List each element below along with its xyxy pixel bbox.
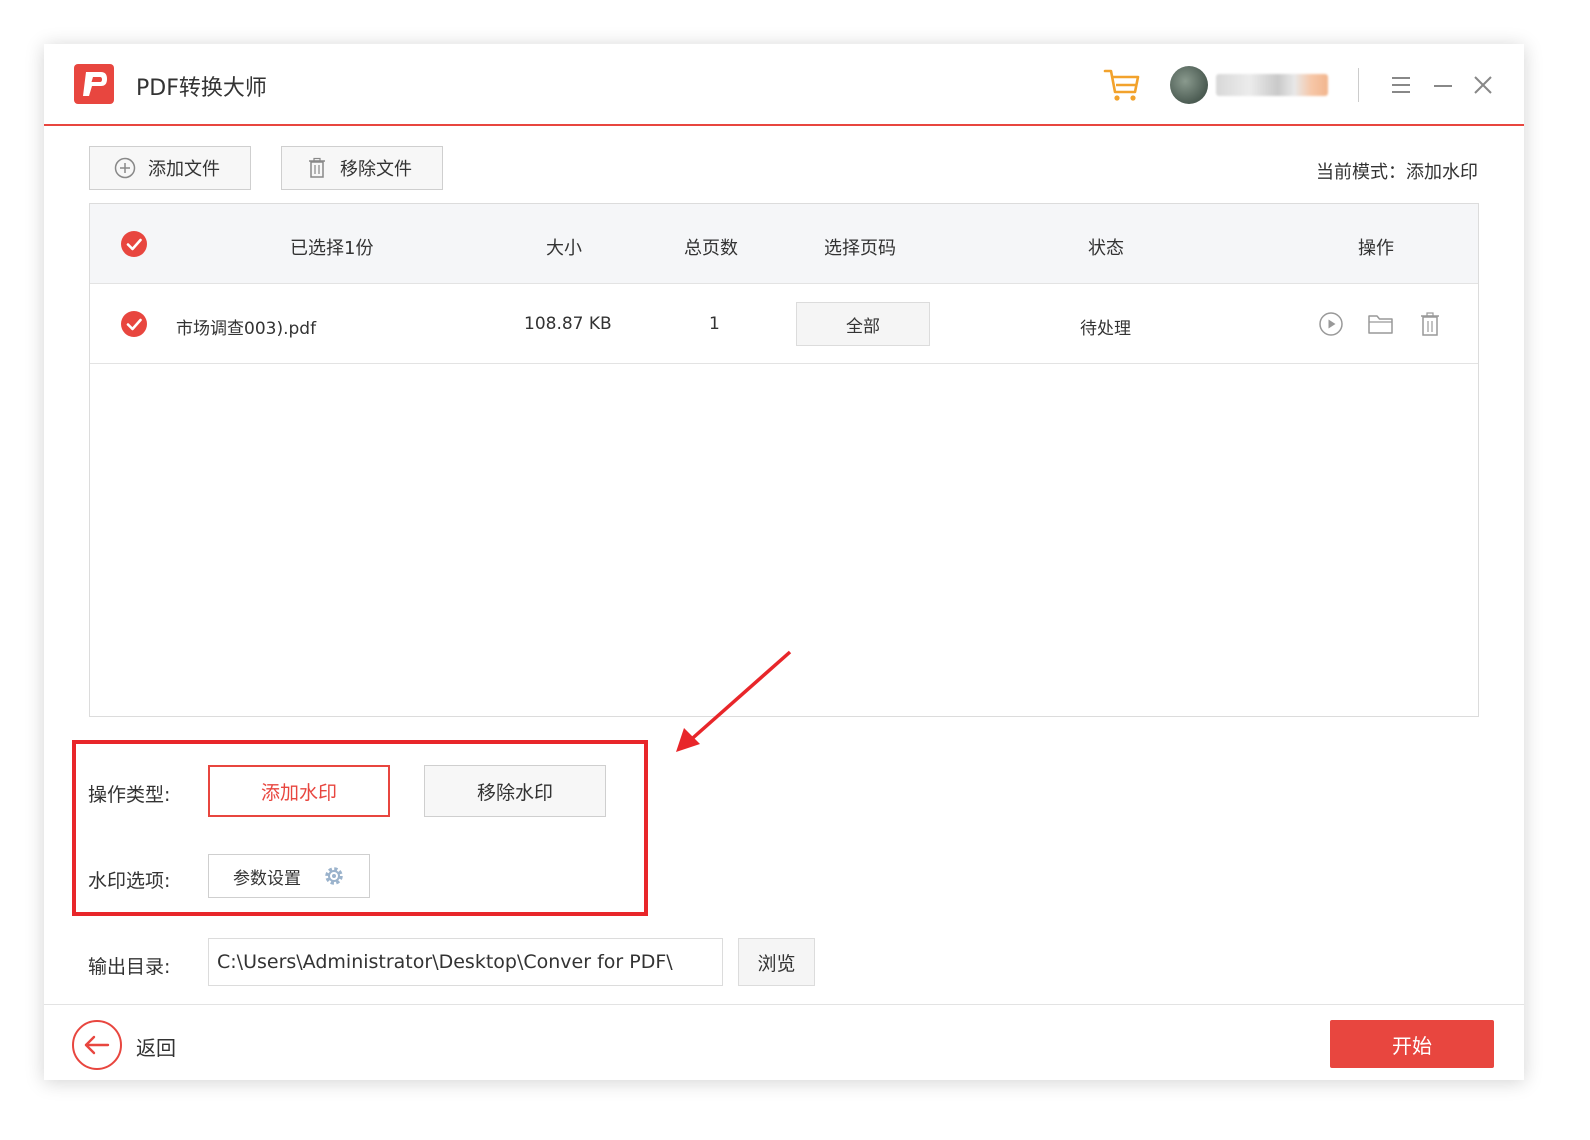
table-row[interactable]: 市场调查003).pdf 108.87 KB 1 全部 待处理 [90, 284, 1478, 364]
param-settings-button[interactable]: 参数设置 [208, 854, 370, 898]
row-checkbox[interactable] [121, 311, 147, 337]
annotation-arrow [672, 648, 796, 762]
back-label[interactable]: 返回 [136, 1032, 176, 1061]
output-path-value: C:\Users\Administrator\Desktop\Conver fo… [217, 951, 673, 973]
trash-icon [306, 157, 328, 179]
select-all-checkbox[interactable] [121, 231, 147, 257]
output-path-field[interactable]: C:\Users\Administrator\Desktop\Conver fo… [208, 938, 723, 986]
folder-icon[interactable] [1367, 311, 1395, 341]
page-select-button[interactable]: 全部 [796, 302, 930, 346]
table-header: 已选择1份 大小 总页数 选择页码 状态 操作 [90, 204, 1478, 284]
operation-type-label: 操作类型: [88, 784, 171, 806]
title-bar: PDF转换大师 [44, 44, 1524, 126]
header-page-select: 选择页码 [824, 238, 896, 259]
current-mode-text: 当前模式：添加水印 [1316, 162, 1478, 183]
remove-file-label: 移除文件 [340, 159, 412, 180]
trash-icon[interactable] [1418, 311, 1442, 341]
file-status: 待处理 [1080, 319, 1131, 339]
username-redacted[interactable] [1216, 74, 1328, 96]
file-pages: 1 [709, 314, 720, 334]
minimize-icon[interactable] [1428, 70, 1458, 100]
app-title: PDF转换大师 [136, 76, 267, 101]
start-button[interactable]: 开始 [1330, 1020, 1494, 1068]
add-file-label: 添加文件 [148, 159, 220, 180]
footer-divider [44, 1004, 1524, 1005]
file-name: 市场调查003).pdf [176, 319, 317, 339]
browse-button[interactable]: 浏览 [738, 938, 815, 986]
app-logo [74, 64, 114, 104]
header-size: 大小 [546, 238, 582, 259]
param-settings-label: 参数设置 [233, 868, 301, 889]
page-select-label: 全部 [846, 316, 880, 337]
remove-watermark-label: 移除水印 [476, 781, 553, 804]
gear-icon [323, 865, 345, 887]
file-table: 已选择1份 大小 总页数 选择页码 状态 操作 市场调查003).pdf 108… [89, 203, 1479, 717]
add-watermark-button[interactable]: 添加水印 [208, 765, 390, 817]
menu-icon[interactable] [1386, 70, 1416, 100]
browse-label: 浏览 [757, 952, 796, 975]
header-actions: 操作 [1358, 238, 1394, 259]
header-pages: 总页数 [684, 238, 738, 259]
title-divider [1358, 68, 1359, 102]
close-icon[interactable] [1468, 70, 1498, 100]
output-dir-label: 输出目录: [88, 956, 171, 978]
remove-watermark-button[interactable]: 移除水印 [424, 765, 606, 817]
app-window: PDF转换大师 添加文件 移除文件 当前模式：添加水印 已选择1份 大小 总页数… [44, 44, 1524, 1080]
add-watermark-label: 添加水印 [260, 781, 337, 804]
watermark-options-label: 水印选项: [88, 870, 171, 892]
play-icon[interactable] [1318, 311, 1344, 341]
cart-icon[interactable] [1102, 66, 1142, 108]
file-size: 108.87 KB [524, 314, 612, 334]
add-circle-icon [114, 157, 136, 179]
add-file-button[interactable]: 添加文件 [89, 146, 251, 190]
user-avatar[interactable] [1170, 66, 1208, 104]
header-selected: 已选择1份 [290, 238, 374, 259]
header-status: 状态 [1088, 238, 1124, 259]
remove-file-button[interactable]: 移除文件 [281, 146, 443, 190]
start-label: 开始 [1392, 1033, 1432, 1058]
back-button[interactable] [72, 1020, 122, 1070]
